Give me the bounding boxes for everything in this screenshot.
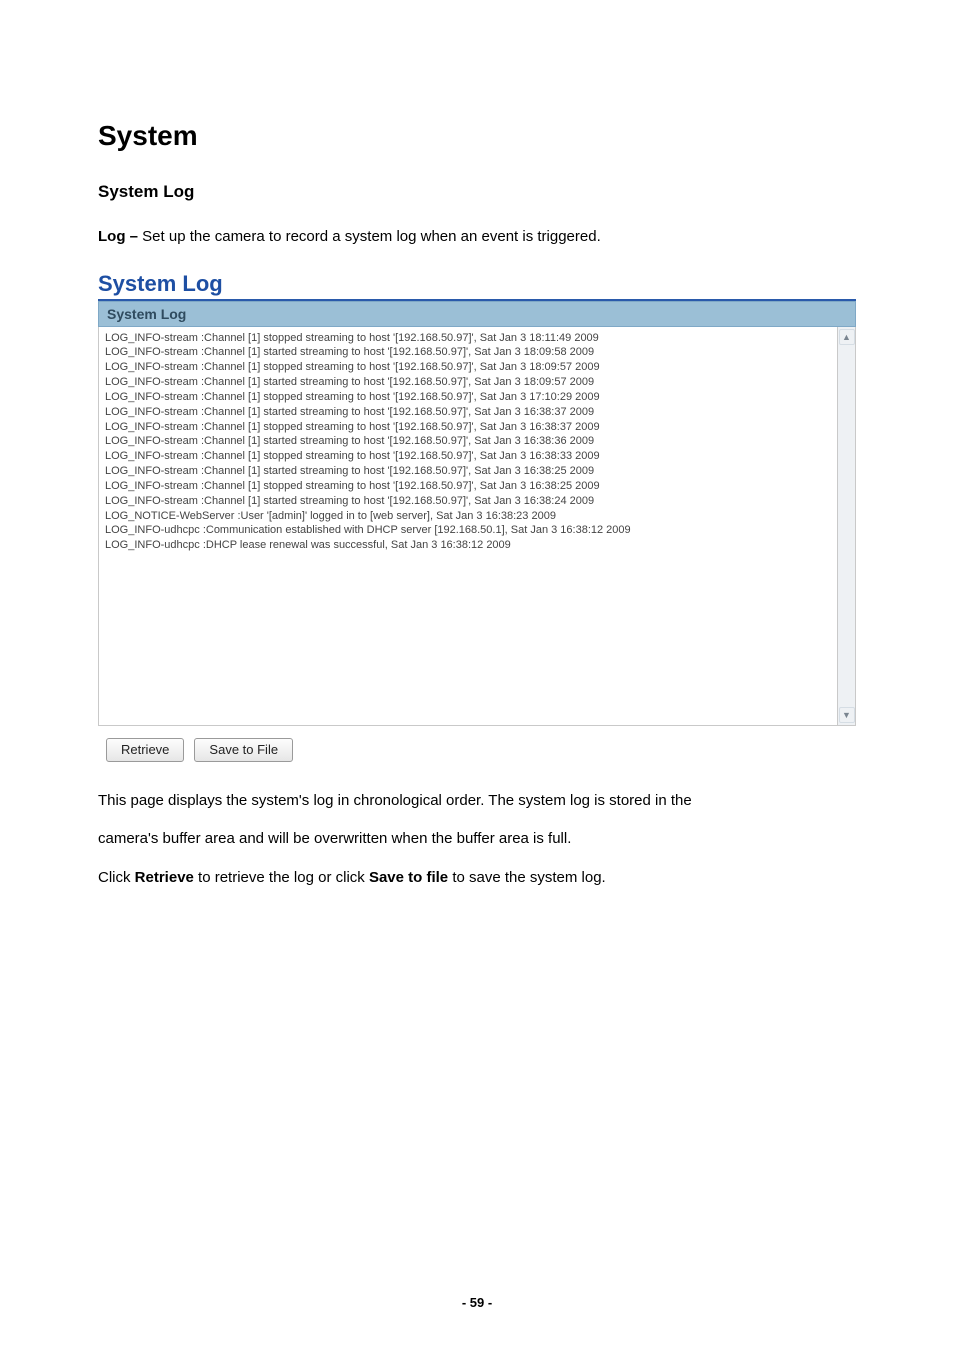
intro-rest: Set up the camera to record a system log… <box>138 228 601 245</box>
log-line: LOG_NOTICE-WebServer :User '[admin]' log… <box>105 509 831 524</box>
log-line: LOG_INFO-stream :Channel [1] stopped str… <box>105 331 831 346</box>
description-line-2: camera's buffer area and will be overwri… <box>98 828 856 851</box>
scrollbar[interactable]: ▲ ▼ <box>838 327 856 726</box>
retrieve-button[interactable]: Retrieve <box>106 738 184 762</box>
log-line: LOG_INFO-stream :Channel [1] started str… <box>105 464 831 479</box>
desc3-mid: to retrieve the log or click <box>194 869 369 886</box>
log-line: LOG_INFO-stream :Channel [1] stopped str… <box>105 479 831 494</box>
scroll-down-icon[interactable]: ▼ <box>839 707 855 723</box>
log-line: LOG_INFO-stream :Channel [1] stopped str… <box>105 449 831 464</box>
log-line: LOG_INFO-stream :Channel [1] stopped str… <box>105 360 831 375</box>
desc3-b2: Save to file <box>369 869 448 886</box>
desc3-b1: Retrieve <box>135 869 194 886</box>
log-line: LOG_INFO-udhcpc :Communication establish… <box>105 523 831 538</box>
log-output: LOG_INFO-stream :Channel [1] stopped str… <box>98 327 838 726</box>
log-line: LOG_INFO-stream :Channel [1] started str… <box>105 434 831 449</box>
log-line: LOG_INFO-stream :Channel [1] started str… <box>105 375 831 390</box>
intro-bold: Log – <box>98 228 138 245</box>
description-line-1: This page displays the system's log in c… <box>98 790 856 813</box>
log-line: LOG_INFO-udhcpc :DHCP lease renewal was … <box>105 538 831 553</box>
intro-paragraph: Log – Set up the camera to record a syst… <box>98 226 856 249</box>
desc3-post: to save the system log. <box>448 869 606 886</box>
panel-header: System Log <box>98 301 856 327</box>
log-line: LOG_INFO-stream :Channel [1] started str… <box>105 494 831 509</box>
save-to-file-button[interactable]: Save to File <box>194 738 293 762</box>
subsection-title: System Log <box>98 182 856 202</box>
page-number: - 59 - <box>0 1295 954 1310</box>
log-line: LOG_INFO-stream :Channel [1] stopped str… <box>105 420 831 435</box>
log-line: LOG_INFO-stream :Channel [1] started str… <box>105 405 831 420</box>
description-line-3: Click Retrieve to retrieve the log or cl… <box>98 867 856 890</box>
log-line: LOG_INFO-stream :Channel [1] started str… <box>105 345 831 360</box>
desc3-pre: Click <box>98 869 135 886</box>
section-title: System <box>98 120 856 152</box>
log-line: LOG_INFO-stream :Channel [1] stopped str… <box>105 390 831 405</box>
scroll-up-icon[interactable]: ▲ <box>839 329 855 345</box>
panel-title: System Log <box>98 271 856 297</box>
